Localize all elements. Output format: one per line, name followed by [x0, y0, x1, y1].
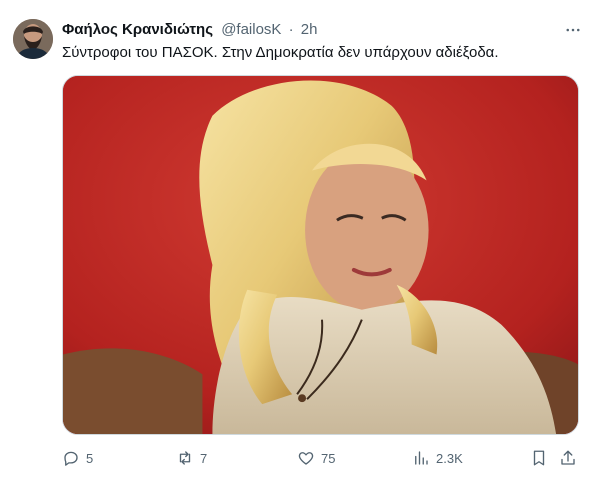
photo-of-woman-with-blond-hair [63, 76, 578, 434]
views-button[interactable]: 2.3K [412, 447, 463, 469]
author-name[interactable]: Φαήλος Κρανιδιώτης [62, 21, 213, 38]
tweet-photo[interactable] [62, 75, 579, 435]
reply-button[interactable]: 5 [62, 447, 93, 469]
retweet-count: 7 [200, 450, 208, 466]
avatar[interactable] [13, 19, 53, 59]
bookmark-button[interactable] [530, 447, 548, 469]
tweet-card[interactable]: Φαήλος Κρανιδιώτης @failosK · 2h Σύντροφ… [0, 0, 600, 481]
views-icon [415, 451, 428, 465]
more-dots-icon[interactable] [560, 17, 586, 43]
like-button[interactable]: 75 [297, 447, 335, 469]
author-handle[interactable]: @failosK [221, 21, 281, 38]
avatar-image [13, 19, 53, 59]
retweet-icon [179, 451, 191, 465]
heart-icon [298, 452, 314, 465]
separator: · [288, 21, 294, 38]
tweet-actions: 5 7 75 2.3K [62, 447, 582, 469]
like-count: 75 [321, 450, 336, 466]
reply-count: 5 [86, 450, 94, 466]
tweet-text: Σύντροφοι του ΠΑΣΟΚ. Στην Δημοκρατία δεν… [62, 44, 499, 61]
timestamp[interactable]: 2h [301, 21, 318, 38]
reply-icon [64, 451, 78, 466]
retweet-button[interactable]: 7 [176, 447, 207, 469]
tweet-header: Φαήλος Κρανιδιώτης @failosK · 2h [62, 20, 317, 40]
share-icon [561, 450, 575, 465]
bookmark-icon [533, 450, 545, 466]
views-count: 2.3K [436, 450, 463, 466]
share-button[interactable] [559, 447, 577, 469]
